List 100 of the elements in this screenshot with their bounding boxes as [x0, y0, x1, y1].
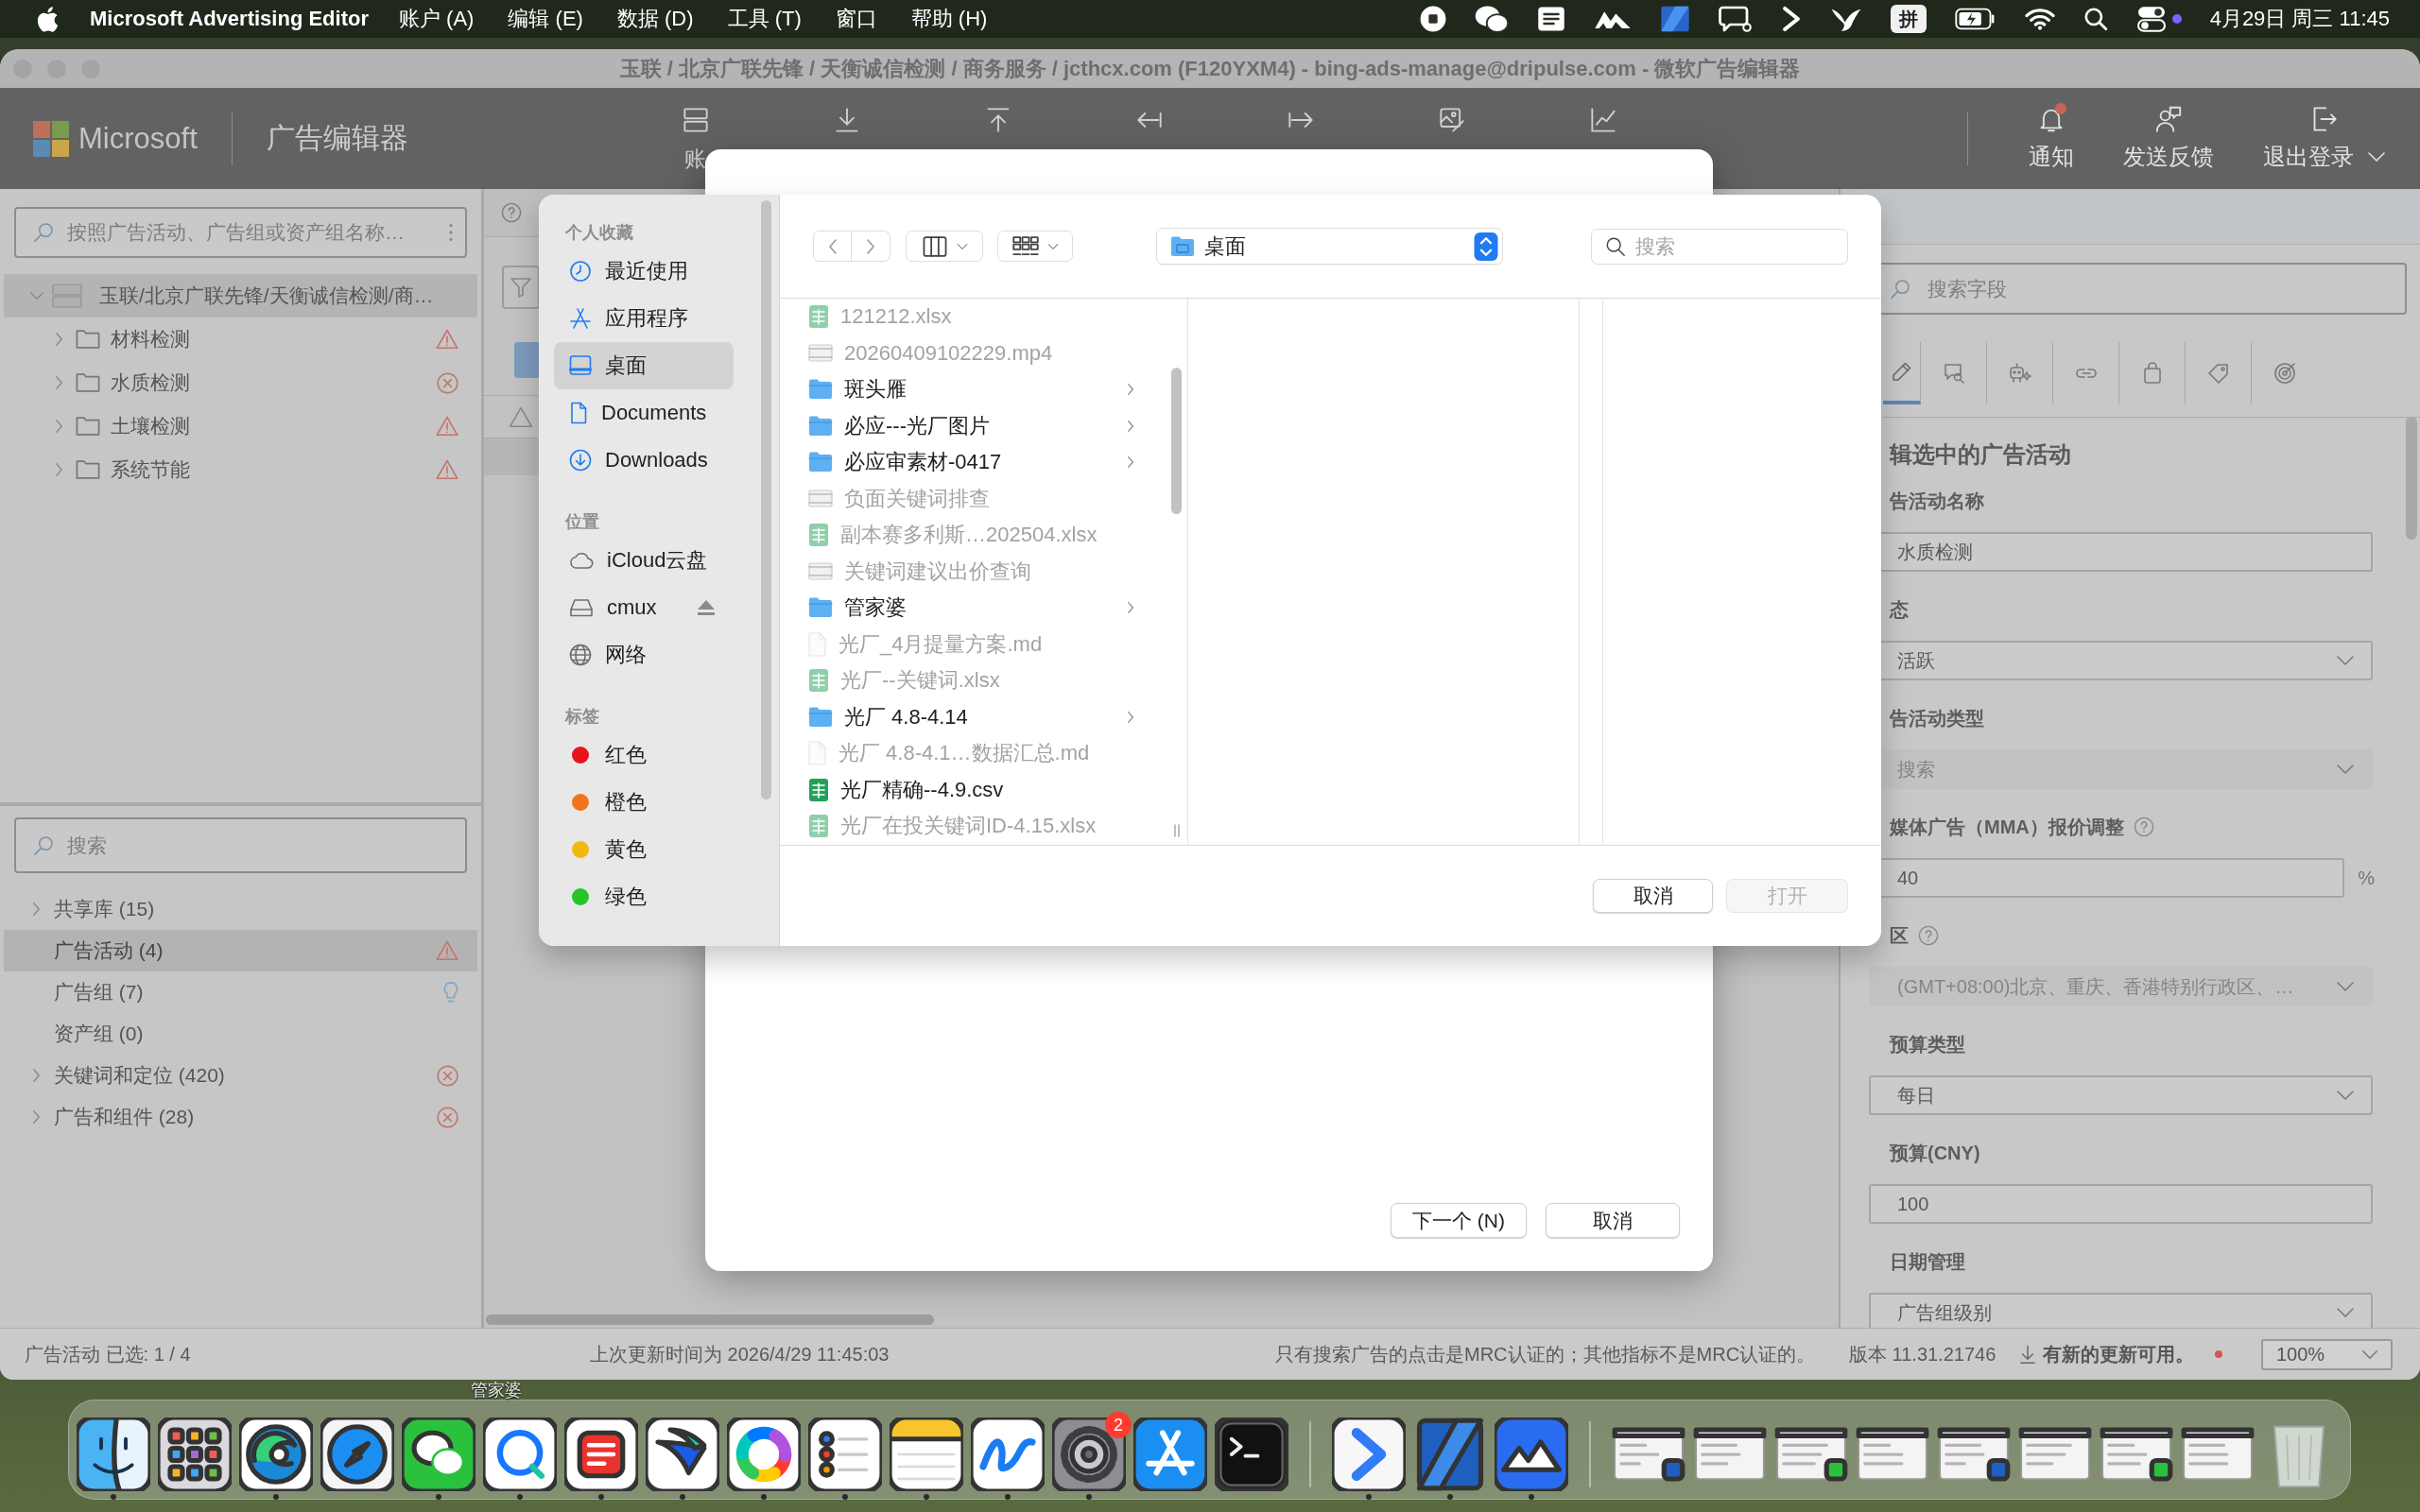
scribble-app-icon[interactable] [971, 1418, 1045, 1491]
compass-app-icon[interactable] [320, 1418, 394, 1491]
terminal-icon[interactable] [1215, 1418, 1288, 1491]
tree-item[interactable]: 系统节能 [4, 448, 477, 491]
drive-icon [569, 598, 594, 617]
zoom-dropdown[interactable]: 100% [2261, 1338, 2393, 1370]
sidebar-item[interactable]: Downloads [554, 437, 734, 484]
file-name[interactable]: 必应审素材-0417 [844, 448, 1002, 477]
wedge-icon[interactable] [1659, 5, 1690, 33]
chat-bubbles-app-icon[interactable] [402, 1418, 475, 1491]
sidebar-item[interactable]: 网络 [554, 631, 734, 679]
nav-item[interactable]: 广告活动 (4) [4, 930, 477, 971]
sidebar-item[interactable]: cmux [554, 584, 734, 631]
chat-bubbles-icon[interactable] [1474, 5, 1509, 33]
dropdown[interactable]: 广告组级别 [1869, 1293, 2373, 1328]
tree-item[interactable]: 材料检测 [4, 318, 477, 361]
sidebar-item[interactable]: 橙色 [554, 779, 734, 826]
apple-logo-icon[interactable] [36, 5, 59, 33]
lightbulb-icon [443, 981, 458, 1004]
chevron-icon[interactable] [1780, 6, 1802, 32]
swirl-app-icon[interactable] [239, 1418, 313, 1491]
nav-item[interactable]: 广告和组件 (28) [4, 1096, 477, 1138]
checklist-app-icon[interactable] [808, 1418, 882, 1491]
eject-icon[interactable] [697, 599, 716, 616]
sidebar-item[interactable]: 黄色 [554, 826, 734, 873]
menu-clock[interactable]: 4月29日 周三 11:45 [2209, 5, 2390, 33]
stacked-rectangles-icon [682, 107, 709, 133]
notepad-app-icon[interactable] [890, 1418, 963, 1491]
file-name[interactable]: 光厂 4.8-4.14 [844, 702, 968, 731]
menu-item[interactable]: 编辑 (E) [508, 5, 583, 33]
sidebar-item[interactable]: Documents [554, 389, 734, 437]
search-field[interactable]: 按照广告活动、广告组或资产组名称… [14, 207, 467, 258]
file-name[interactable]: 必应---光厂图片 [844, 411, 990, 440]
battery-icon[interactable] [1954, 8, 1996, 30]
selection-count: 广告活动 已选: 1 / 4 [25, 1342, 192, 1366]
gear-app-icon[interactable] [1052, 1418, 1126, 1491]
crossed-sticks-app-icon[interactable] [1133, 1418, 1207, 1491]
sidebar-item[interactable]: 最近使用 [554, 248, 734, 295]
group-button[interactable] [997, 231, 1073, 262]
location-dropdown[interactable]: 桌面 [1156, 228, 1503, 265]
chevron-app-icon[interactable] [1332, 1418, 1406, 1491]
app-menu[interactable]: Microsoft Advertising Editor [90, 7, 369, 31]
search-field[interactable]: 搜索 [14, 817, 467, 873]
cancel-button[interactable]: 取消 [1546, 1203, 1680, 1238]
menu-item[interactable]: 窗口 [835, 5, 877, 33]
sidebar-item[interactable]: 应用程序 [554, 295, 734, 342]
cancel-button[interactable]: 取消 [1593, 879, 1713, 913]
horizontal-scrollbar[interactable] [486, 1314, 934, 1325]
sidebar-item[interactable]: 红色 [554, 731, 734, 779]
input-method-indicator[interactable]: 拼 [1890, 5, 1927, 33]
vertical-scrollbar[interactable] [2406, 417, 2417, 540]
error-icon [437, 1106, 458, 1128]
menu-item[interactable]: 工具 (T) [727, 5, 802, 33]
chat-bubble-app-icon[interactable] [483, 1418, 557, 1491]
chevron-down-icon [2335, 764, 2356, 775]
desktop-file-label[interactable]: 管家婆 [471, 1381, 522, 1400]
help-icon[interactable] [501, 202, 522, 223]
tree-item[interactable]: 土壤检测 [4, 404, 477, 448]
document-box-icon[interactable] [1536, 6, 1565, 32]
update-notice[interactable]: 有新的更新可用。 [2043, 1341, 2195, 1367]
smiling-face-app-icon[interactable] [77, 1418, 150, 1491]
sidebar-item[interactable]: 绿色 [554, 873, 734, 920]
swoosh-app-icon[interactable] [646, 1418, 719, 1491]
color-wheel-app-icon[interactable] [727, 1418, 801, 1491]
person-feedback-icon [2155, 105, 2182, 132]
nav-item[interactable]: 共享库 (15) [4, 888, 477, 930]
tree-item[interactable]: 玉联/北京广联先锋/天衡诚信检测/商… [4, 274, 477, 318]
file-name[interactable]: 管家婆 [844, 593, 907, 623]
nav-item[interactable]: 广告组 (7) [4, 971, 477, 1013]
toolbar-button[interactable]: 发送反馈 [2123, 105, 2214, 172]
file-name[interactable]: 光厂精确--4.9.csv [840, 775, 1004, 804]
stop-circle-icon[interactable] [1419, 6, 1446, 32]
nav-item[interactable]: 资产组 (0) [4, 1013, 477, 1055]
toggles-icon[interactable] [2135, 6, 2167, 32]
file-name[interactable]: 斑头雁 [844, 375, 907, 404]
view-mode-button[interactable] [906, 231, 983, 262]
mountains-app-icon[interactable] [1495, 1418, 1568, 1491]
dropdown[interactable]: 每日 [1869, 1075, 2373, 1115]
menu-item[interactable]: 数据 (D) [616, 5, 694, 33]
chat-search-icon[interactable] [1718, 5, 1753, 33]
menu-item[interactable]: 账户 (A) [399, 5, 475, 33]
cloud-icon [569, 551, 594, 570]
wifi-icon[interactable] [2024, 8, 2055, 30]
toolbar-button[interactable]: 通知 [2029, 105, 2074, 172]
folder-icon [808, 452, 833, 473]
vertical-scrollbar[interactable] [1171, 368, 1182, 514]
vertical-scrollbar[interactable] [761, 200, 771, 799]
document-app-icon[interactable] [564, 1418, 638, 1491]
menu-item[interactable]: 帮助 (H) [910, 5, 988, 33]
tree-item[interactable]: 水质检测 [4, 361, 477, 404]
nav-item[interactable]: 关键词和定位 (420) [4, 1055, 477, 1096]
search-field[interactable]: 搜索 [1591, 228, 1848, 265]
next-button[interactable]: 下一个 (N) [1391, 1203, 1527, 1238]
toolbar-button[interactable]: 账 [668, 107, 722, 174]
sidebar-item[interactable]: iCloud云盘 [554, 537, 734, 584]
toolbar-button[interactable]: 退出登录 [2263, 105, 2386, 172]
sidebar-item[interactable]: 桌面 [554, 342, 734, 389]
app-grid-icon[interactable] [158, 1418, 232, 1491]
input-field[interactable]: 100 [1869, 1184, 2373, 1224]
search-icon[interactable] [2083, 7, 2108, 31]
